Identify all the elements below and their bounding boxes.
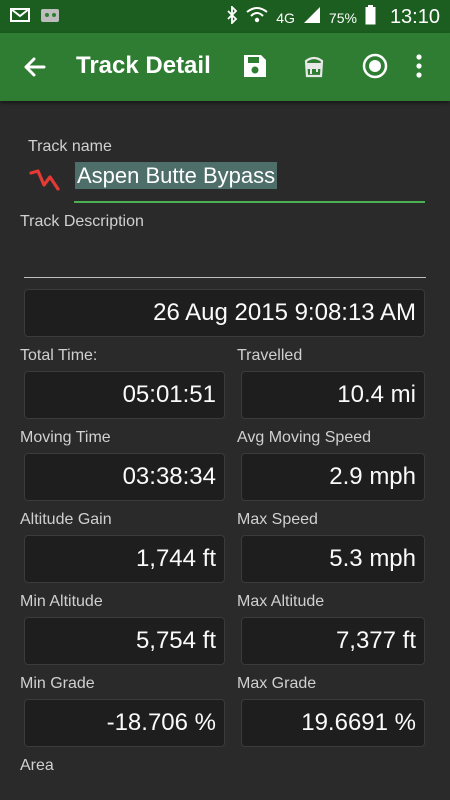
track-name-label: Track name [28,138,112,155]
track-name-input[interactable]: Aspen Butte Bypass [75,162,278,189]
signal-icon [303,6,321,29]
max-speed-label: Max Speed [237,511,318,528]
track-description-input[interactable] [24,241,426,275]
notification-icon [40,6,60,29]
altitude-gain-value: 1,744 ft [24,535,225,583]
max-speed-value: 5.3 mph [241,535,425,583]
gmail-icon [10,7,30,28]
avg-speed-label: Avg Moving Speed [237,429,372,446]
network-type: 4G [276,9,295,26]
track-detail-form: Track name Aspen Butte Bypass Track Desc… [0,101,450,800]
total-time-value: 05:01:51 [24,371,225,419]
min-altitude-label: Min Altitude [20,593,103,610]
moving-time-value: 03:38:34 [24,453,225,501]
track-name-underline [74,201,425,203]
status-bar: 4G 75% 13:10 [0,0,450,33]
battery-icon [365,5,376,30]
max-altitude-label: Max Altitude [237,593,325,610]
min-grade-label: Min Grade [20,675,95,692]
battery-percent: 75% [328,9,357,26]
more-vert-icon[interactable] [404,51,434,81]
wifi-icon [246,6,268,29]
total-time-label: Total Time: [20,347,98,364]
max-grade-value: 19.6691 % [241,699,425,747]
paint-bucket-icon[interactable] [299,51,329,81]
min-altitude-value: 5,754 ft [24,617,225,665]
arrow-back-icon[interactable] [20,52,50,82]
track-line-icon [28,165,64,200]
page-title: Track Detail [76,52,211,79]
bluetooth-icon [226,4,238,29]
track-name-value: Aspen Butte Bypass [75,162,278,189]
track-description-underline [24,277,426,278]
avg-speed-value: 2.9 mph [241,453,425,501]
travelled-label: Travelled [237,347,303,364]
track-date: 26 Aug 2015 9:08:13 AM [24,289,425,337]
record-icon[interactable] [360,51,390,81]
travelled-value: 10.4 mi [241,371,425,419]
altitude-gain-label: Altitude Gain [20,511,112,528]
area-label: Area [20,757,54,774]
max-grade-label: Max Grade [237,675,317,692]
track-description-label: Track Description [20,213,144,230]
moving-time-label: Moving Time [20,429,111,446]
min-grade-value: -18.706 % [24,699,225,747]
app-bar: Track Detail [0,33,450,101]
status-time: 13:10 [389,6,440,28]
save-icon[interactable] [240,51,270,81]
max-altitude-value: 7,377 ft [241,617,425,665]
